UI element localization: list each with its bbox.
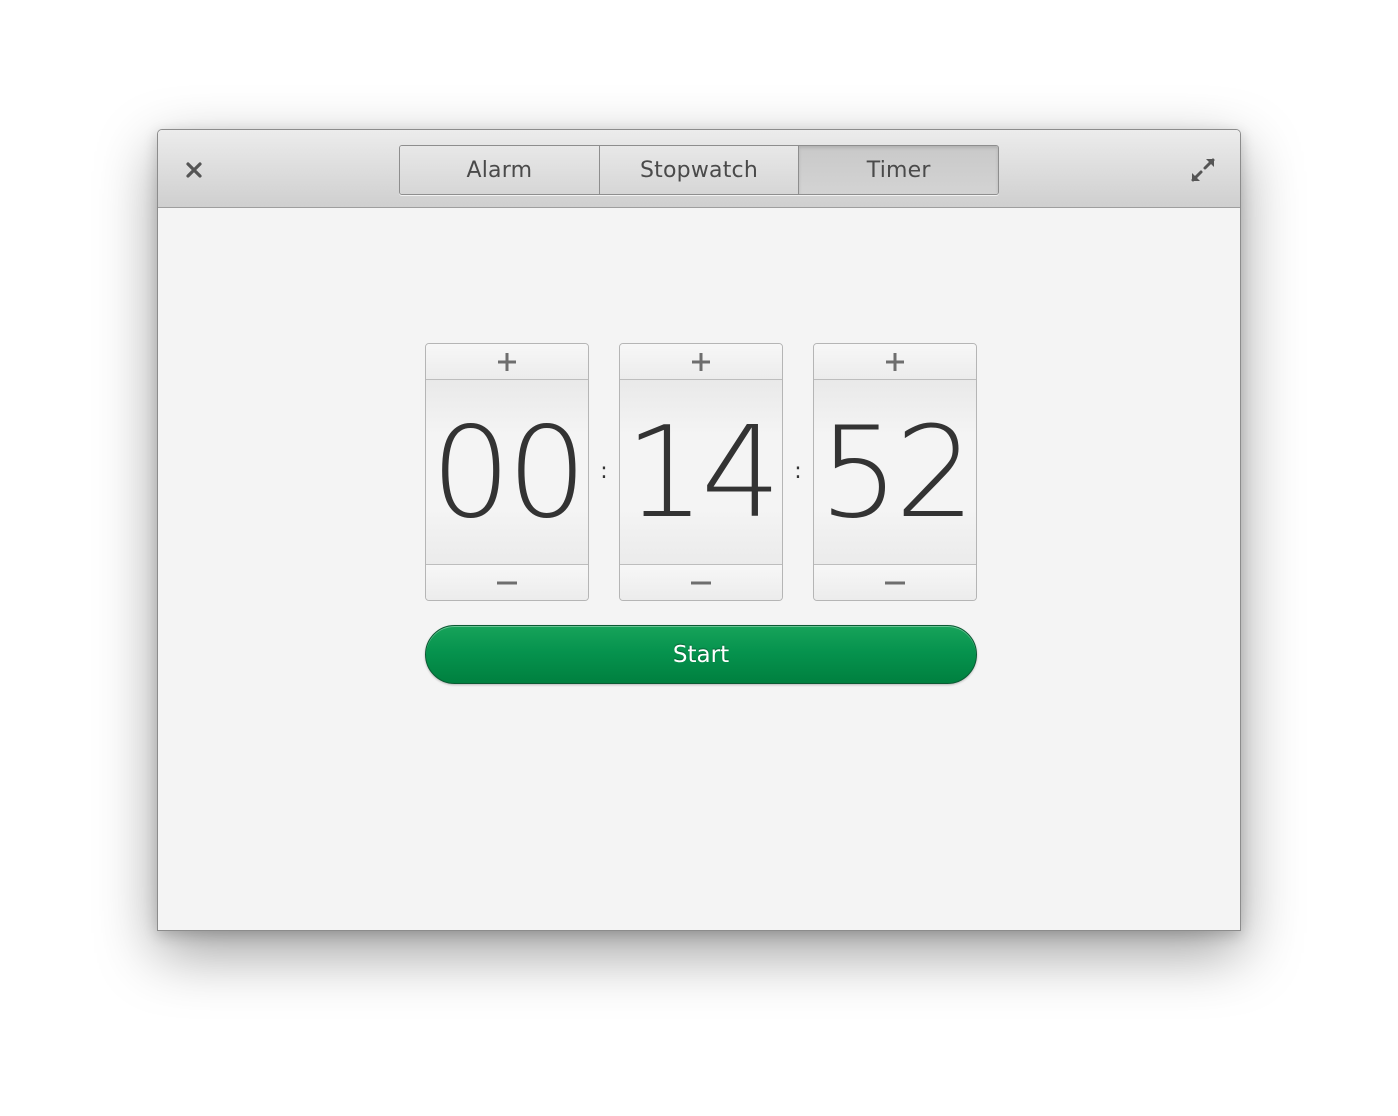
- hours-value[interactable]: 00: [426, 380, 588, 564]
- minus-icon: [691, 581, 711, 584]
- clock-window: Alarm Stopwatch Timer 00: 14: 52 Start: [157, 129, 1241, 931]
- plus-icon: [886, 352, 904, 371]
- minus-icon: [885, 581, 905, 584]
- time-separator: :: [794, 459, 802, 484]
- minus-icon: [497, 581, 517, 584]
- minutes-increment-button[interactable]: [620, 344, 782, 380]
- tab-stopwatch[interactable]: Stopwatch: [599, 146, 800, 194]
- header-bar: Alarm Stopwatch Timer: [158, 130, 1240, 208]
- minutes-value[interactable]: 14: [620, 380, 782, 564]
- minutes-spinner: 14: [619, 343, 783, 601]
- plus-icon: [692, 352, 710, 371]
- tab-timer[interactable]: Timer: [799, 146, 998, 194]
- hours-decrement-button[interactable]: [426, 564, 588, 600]
- close-icon: [186, 162, 202, 178]
- seconds-spinner: 52: [813, 343, 977, 601]
- mode-switcher: Alarm Stopwatch Timer: [399, 145, 999, 195]
- seconds-value[interactable]: 52: [814, 380, 976, 564]
- maximize-button[interactable]: [1188, 155, 1218, 185]
- time-separator: :: [600, 459, 608, 484]
- plus-icon: [498, 352, 516, 371]
- minutes-decrement-button[interactable]: [620, 564, 782, 600]
- hours-spinner: 00: [425, 343, 589, 601]
- start-button[interactable]: Start: [425, 625, 977, 684]
- close-button[interactable]: [180, 156, 208, 184]
- seconds-decrement-button[interactable]: [814, 564, 976, 600]
- maximize-icon: [1191, 158, 1215, 182]
- seconds-increment-button[interactable]: [814, 344, 976, 380]
- timer-spinners: 00 : 14 : 52: [425, 343, 977, 601]
- tab-alarm[interactable]: Alarm: [400, 146, 600, 194]
- hours-increment-button[interactable]: [426, 344, 588, 380]
